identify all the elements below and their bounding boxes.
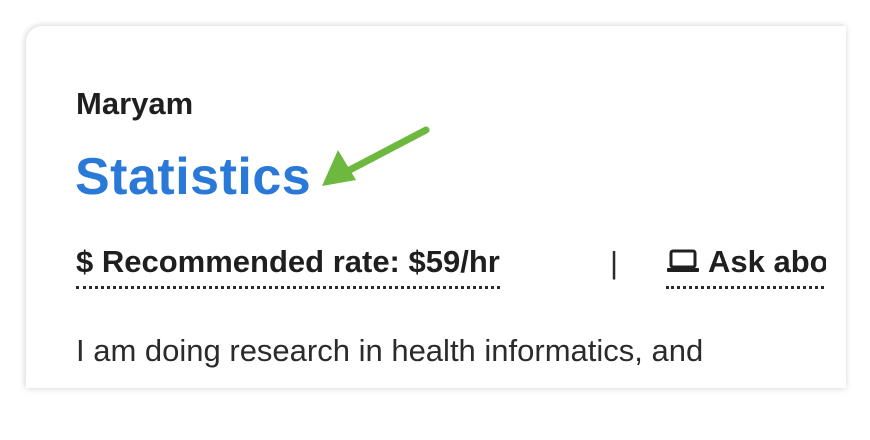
- subject-link[interactable]: Statistics: [75, 147, 311, 207]
- tutor-card: Maryam Statistics $ Recommended rate: $5…: [26, 26, 846, 388]
- ask-about-link[interactable]: Ask abo: [666, 244, 826, 289]
- tutor-bio: I am doing research in health informatic…: [76, 333, 704, 368]
- viewport: Maryam Statistics $ Recommended rate: $5…: [0, 0, 870, 440]
- tutor-card-content: Maryam Statistics $ Recommended rate: $5…: [26, 26, 826, 388]
- annotation-arrow: [322, 126, 430, 186]
- laptop-icon: [667, 249, 699, 272]
- tutor-name: Maryam: [76, 86, 194, 121]
- recommended-rate-link[interactable]: $ Recommended rate: $59/hr: [76, 244, 500, 289]
- info-separator: |: [610, 245, 619, 280]
- ask-about-label: Ask abo: [708, 244, 826, 279]
